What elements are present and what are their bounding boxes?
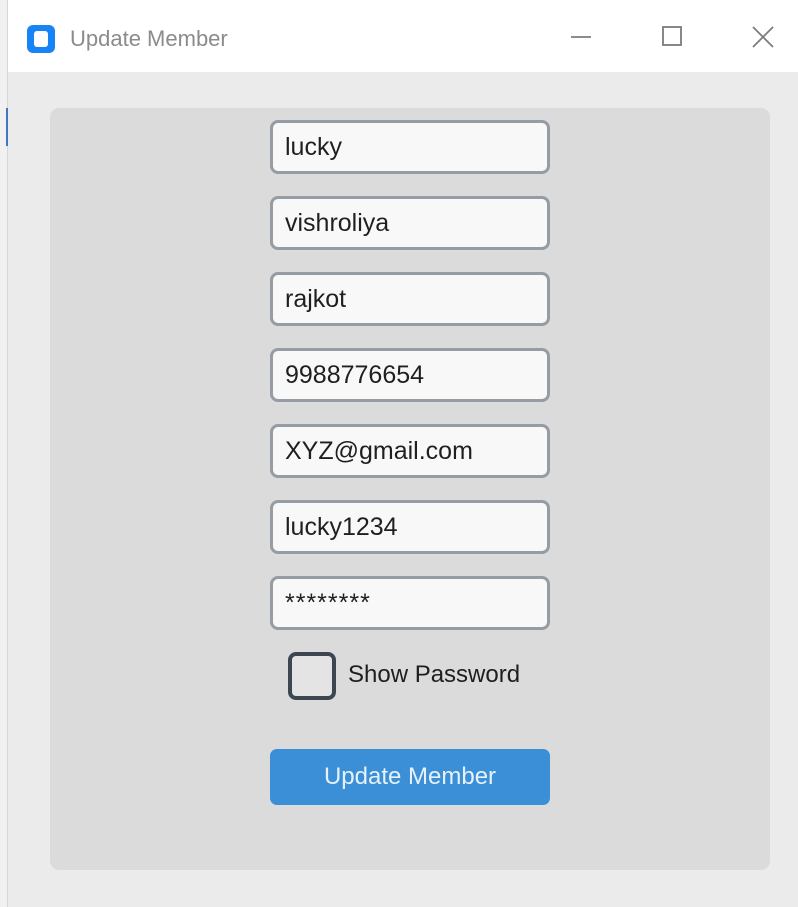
- window-left-edge: [0, 0, 8, 907]
- minimize-button[interactable]: [559, 14, 605, 60]
- update-member-button[interactable]: Update Member: [270, 749, 550, 805]
- window-titlebar: Update Member: [8, 0, 798, 72]
- email-field[interactable]: [270, 424, 550, 478]
- close-button[interactable]: [740, 14, 786, 60]
- phone-field[interactable]: [270, 348, 550, 402]
- show-password-label: Show Password: [348, 661, 521, 688]
- member-form-panel: Show Password Update Member: [50, 108, 770, 870]
- password-field[interactable]: [270, 576, 550, 630]
- app-window-icon: [27, 25, 55, 53]
- close-icon: [752, 26, 774, 48]
- minimize-icon: [571, 36, 591, 38]
- show-password-checkbox[interactable]: [288, 652, 336, 700]
- maximize-button[interactable]: [649, 14, 695, 60]
- maximize-icon: [662, 26, 682, 46]
- city-field[interactable]: [270, 272, 550, 326]
- window-title: Update Member: [70, 26, 228, 51]
- window-content: Show Password Update Member: [8, 72, 798, 907]
- last-name-field[interactable]: [270, 196, 550, 250]
- username-field[interactable]: [270, 500, 550, 554]
- first-name-field[interactable]: [270, 120, 550, 174]
